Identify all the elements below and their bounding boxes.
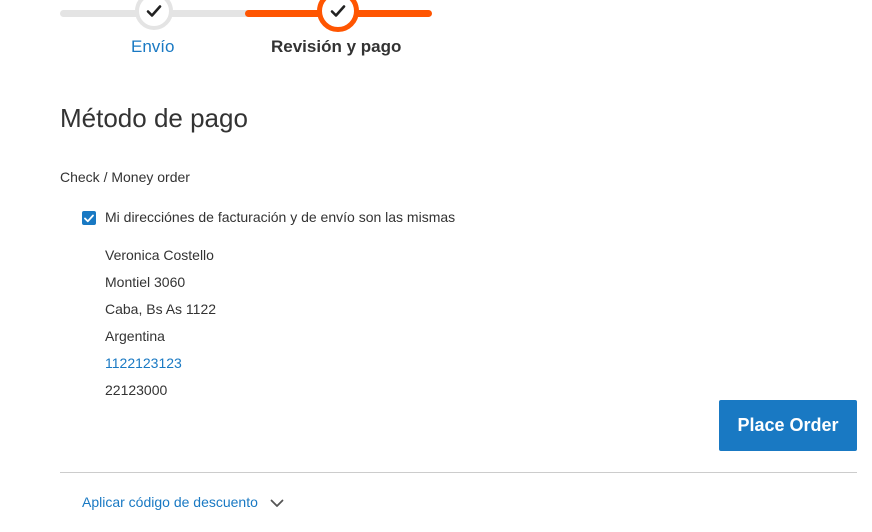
discount-label[interactable]: Aplicar código de descuento	[82, 494, 258, 510]
billing-address: Veronica Costello Montiel 3060 Caba, Bs …	[105, 242, 216, 404]
chevron-down-icon[interactable]	[270, 499, 284, 508]
same-address-checkbox[interactable]	[82, 211, 96, 225]
step-shipping-indicator	[135, 0, 173, 30]
step-shipping-label[interactable]: Envío	[131, 37, 174, 57]
checkout-page: Envío Revisión y pago Método de pago Che…	[0, 0, 872, 532]
checkmark-icon	[84, 214, 94, 222]
address-city: Caba, Bs As 1122	[105, 301, 217, 317]
discount-toggle[interactable]: Aplicar código de descuento	[82, 494, 284, 510]
address-extra: 22123000	[105, 382, 168, 398]
address-country: Argentina	[105, 328, 165, 344]
address-street: Montiel 3060	[105, 274, 186, 290]
step-review-indicator	[317, 0, 359, 32]
checkmark-icon	[330, 5, 346, 17]
address-name: Veronica Costello	[105, 247, 214, 263]
checkmark-icon	[146, 5, 162, 17]
payment-method-option-label: Check / Money order	[60, 169, 190, 185]
address-phone-link[interactable]: 1122123123	[105, 350, 216, 377]
same-address-label[interactable]: Mi direcciónes de facturación y de envío…	[105, 209, 455, 225]
place-order-button[interactable]: Place Order	[719, 400, 857, 451]
step-review-label: Revisión y pago	[271, 37, 402, 56]
payment-method-title: Método de pago	[60, 103, 248, 133]
section-divider	[60, 472, 857, 473]
